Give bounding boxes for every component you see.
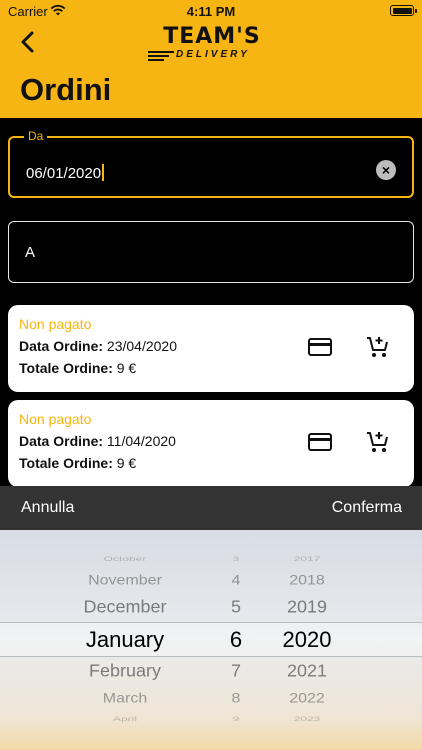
picker-option[interactable]: December xyxy=(30,598,220,618)
brand-logo: TEAM'S DELIVERY xyxy=(146,24,278,64)
picker-option[interactable]: 2018 xyxy=(262,573,352,588)
picker-option[interactable]: 6 xyxy=(212,627,260,653)
date-picker[interactable]: October November December January February Ma… xyxy=(0,530,422,750)
picker-option[interactable]: 2023 xyxy=(262,715,352,723)
date-from-label: Da xyxy=(24,129,48,143)
battery-icon xyxy=(390,5,417,16)
picker-option[interactable]: 2020 xyxy=(262,627,352,653)
order-date: Data Ordine: 23/04/2020 xyxy=(19,338,177,354)
date-from-field[interactable]: Da 06/01/2020 × xyxy=(8,129,414,198)
credit-card-icon[interactable] xyxy=(307,430,333,454)
picker-option[interactable]: March xyxy=(30,691,220,706)
picker-option[interactable]: 3 xyxy=(212,555,260,563)
order-card[interactable]: Non pagato Data Ordine: 23/04/2020 Total… xyxy=(8,305,414,392)
credit-card-icon[interactable] xyxy=(307,335,333,359)
picker-toolbar: Annulla Conferma xyxy=(0,486,422,530)
text-caret xyxy=(102,164,104,181)
logo-speed-lines xyxy=(148,51,174,61)
picker-option[interactable]: 4 xyxy=(212,573,260,588)
picker-option[interactable]: 2021 xyxy=(262,662,352,682)
year-wheel[interactable]: 2017 2018 2019 2020 2021 2022 2023 xyxy=(262,530,352,750)
chevron-left-icon[interactable] xyxy=(16,30,40,54)
date-to-field[interactable]: A xyxy=(8,221,414,283)
cancel-button[interactable]: Annulla xyxy=(21,499,74,517)
order-status: Non pagato xyxy=(19,316,92,332)
app-header: Carrier 4:11 PM TEAM'S DELIVERY Ordini xyxy=(0,0,422,118)
date-to-placeholder: A xyxy=(25,244,36,261)
picker-option[interactable]: 2019 xyxy=(262,598,352,618)
order-status: Non pagato xyxy=(19,411,92,427)
day-wheel[interactable]: 3 4 5 6 7 8 9 xyxy=(212,530,260,750)
logo-main-text: TEAM'S xyxy=(163,24,261,49)
add-to-cart-icon[interactable] xyxy=(365,335,391,359)
clear-icon[interactable]: × xyxy=(376,160,396,180)
picker-option[interactable]: October xyxy=(30,555,220,563)
date-from-value[interactable]: 06/01/2020 xyxy=(26,164,104,182)
picker-option[interactable]: 2017 xyxy=(262,555,352,563)
picker-option[interactable]: January xyxy=(30,627,220,653)
order-total: Totale Ordine: 9 € xyxy=(19,455,137,471)
month-wheel[interactable]: October November December January February Ma… xyxy=(30,530,220,750)
picker-option[interactable]: 9 xyxy=(212,715,260,723)
picker-option[interactable]: November xyxy=(30,573,220,588)
page-title: Ordini xyxy=(20,72,112,107)
order-date: Data Ordine: 11/04/2020 xyxy=(19,433,176,449)
confirm-button[interactable]: Conferma xyxy=(332,499,402,517)
picker-option[interactable]: 2022 xyxy=(262,691,352,706)
logo-sub-text: DELIVERY xyxy=(176,49,250,60)
status-time: 4:11 PM xyxy=(186,4,236,19)
picker-option[interactable]: February xyxy=(30,662,220,682)
picker-option[interactable]: April xyxy=(30,715,220,723)
add-to-cart-icon[interactable] xyxy=(365,430,391,454)
picker-option[interactable]: 5 xyxy=(212,598,260,618)
order-total: Totale Ordine: 9 € xyxy=(19,360,137,376)
order-card[interactable]: Non pagato Data Ordine: 11/04/2020 Total… xyxy=(8,400,414,487)
picker-option[interactable]: 8 xyxy=(212,691,260,706)
picker-option[interactable]: 7 xyxy=(212,662,260,682)
status-bar: Carrier 4:11 PM xyxy=(0,0,422,22)
